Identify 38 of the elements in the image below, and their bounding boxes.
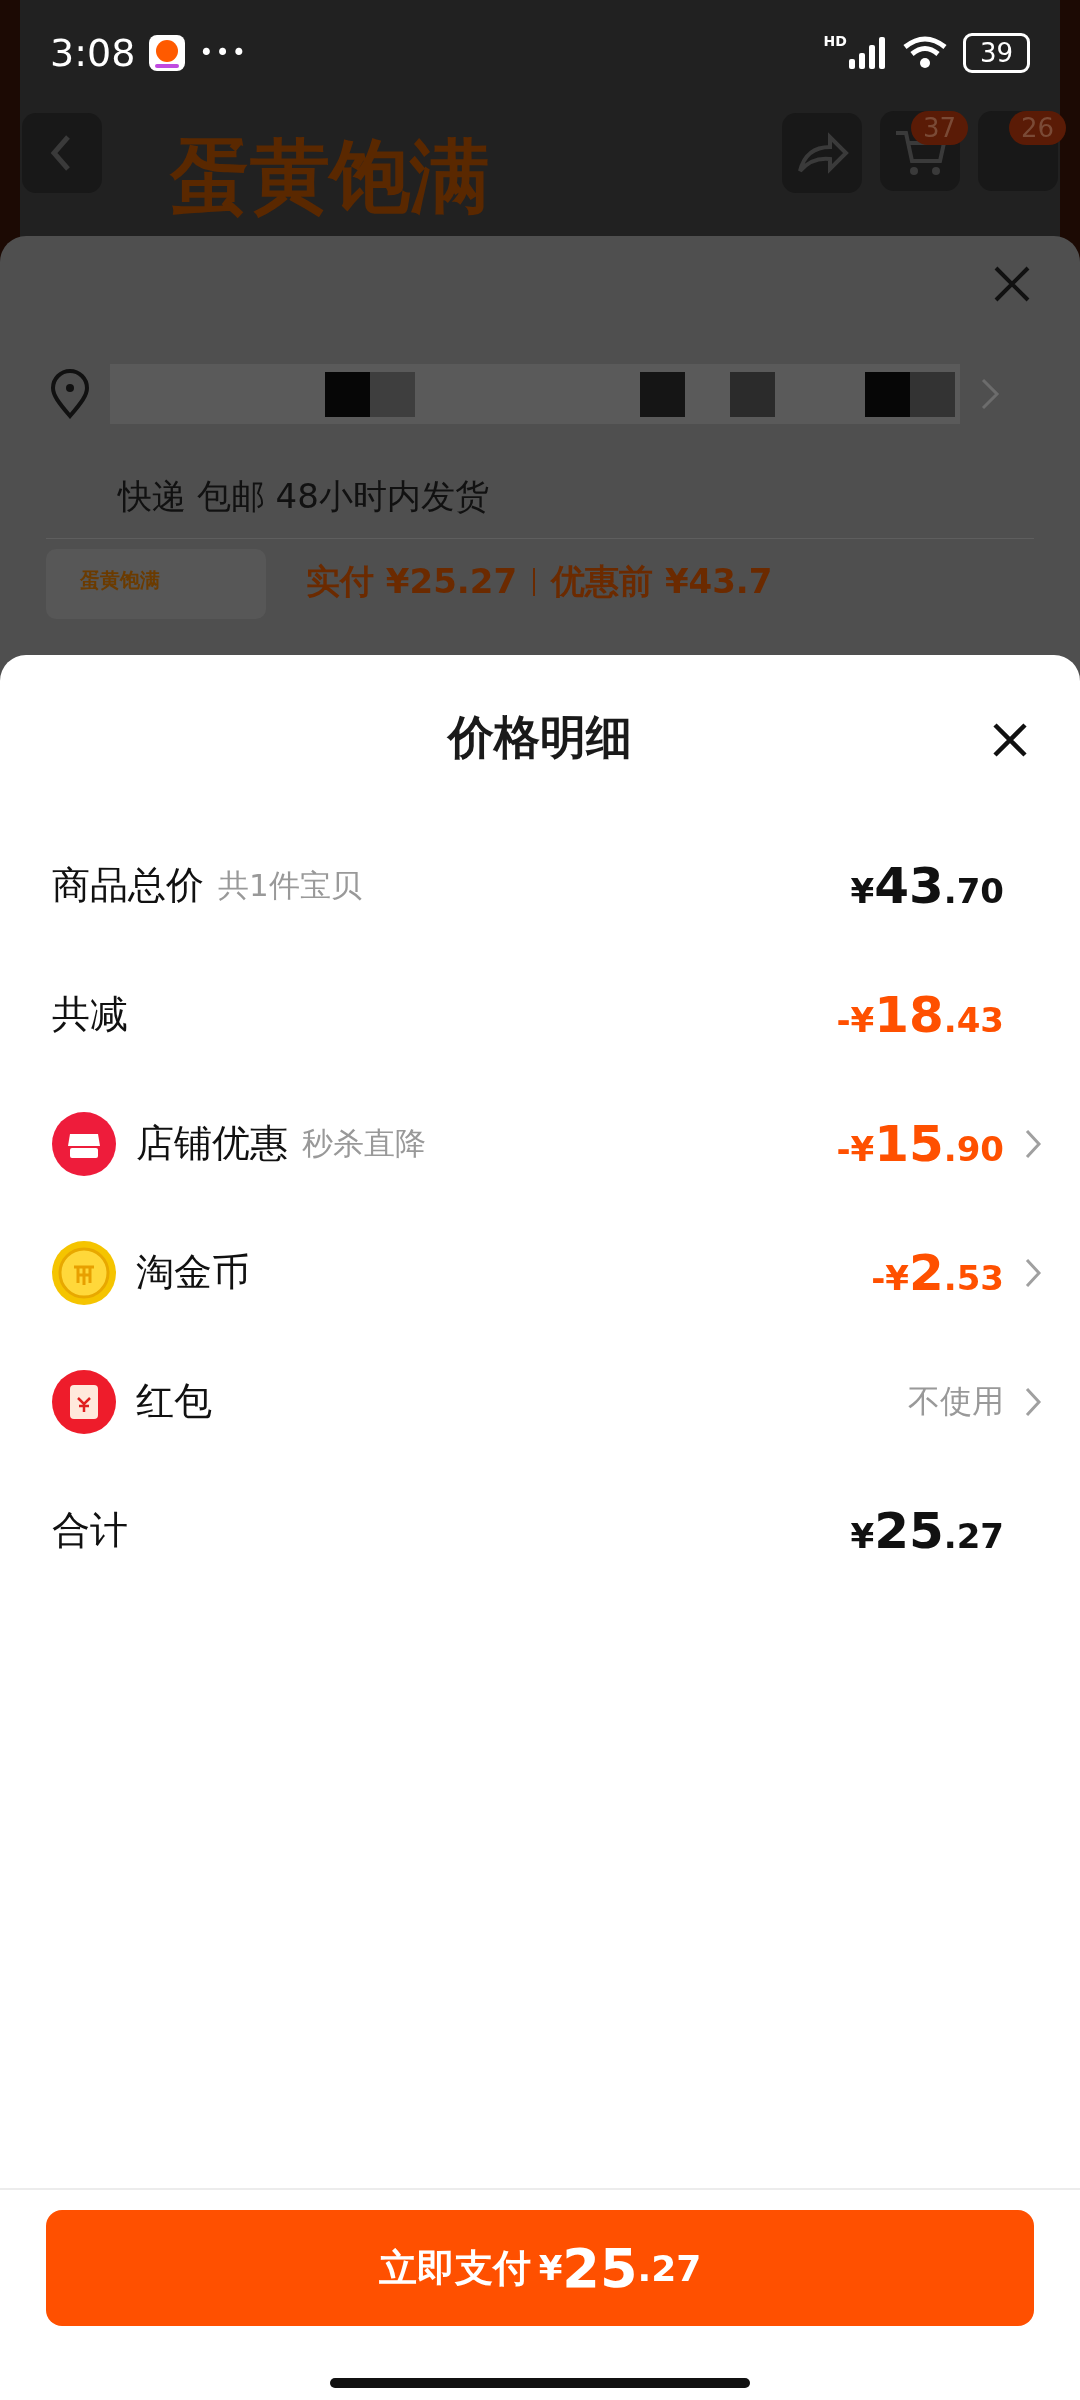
back-icon[interactable] xyxy=(22,113,102,193)
row-note: 共1件宝贝 xyxy=(218,865,362,905)
battery-level: 39 xyxy=(962,32,1030,73)
signal-icon xyxy=(848,36,887,69)
row-label: 红包 xyxy=(136,1378,212,1425)
row-amount: 不使用 xyxy=(908,1380,1004,1422)
row-note: 秒杀直降 xyxy=(302,1123,426,1163)
row-label: 店铺优惠 xyxy=(136,1120,288,1167)
row-label: 淘金币 xyxy=(136,1249,250,1296)
more-dots: ••• xyxy=(199,38,248,67)
share-icon[interactable] xyxy=(782,113,862,193)
chevron-icon[interactable] xyxy=(1024,1256,1042,1289)
row-amount: ¥25.27 xyxy=(850,1501,1004,1560)
chevron-icon[interactable] xyxy=(1024,1127,1042,1160)
thumbnail-title: 蛋黄饱满 xyxy=(80,568,160,592)
store-icon xyxy=(52,1111,116,1176)
row-amount: ¥43.70 xyxy=(850,856,1004,915)
envelope-icon xyxy=(52,1369,116,1434)
network-label: HD xyxy=(823,32,847,49)
row-amount: -¥15.90 xyxy=(836,1114,1004,1173)
coin-icon xyxy=(52,1240,116,1305)
sheet-title: 价格明细 xyxy=(448,709,632,766)
delivery-info: 快递 包邮 48小时内发货 xyxy=(46,444,1034,539)
app-icon xyxy=(149,34,186,71)
row-label: 共减 xyxy=(52,991,128,1038)
pay-button[interactable]: 立即支付 ¥25.27 xyxy=(46,2210,1034,2326)
close-icon[interactable] xyxy=(992,722,1028,758)
row-label: 合计 xyxy=(52,1507,128,1554)
row-amount: -¥18.43 xyxy=(836,985,1004,1044)
original-price: 优惠前 ¥43.7 xyxy=(551,560,773,603)
row-amount: -¥2.53 xyxy=(871,1243,1004,1302)
chevron-icon[interactable] xyxy=(1024,1385,1042,1418)
paid-price: 实付 ¥25.27 xyxy=(306,560,518,603)
row-label: 商品总价 xyxy=(52,862,204,909)
location-icon xyxy=(50,369,90,419)
chevron-icon xyxy=(980,377,1000,411)
product-title: 蛋黄饱满 xyxy=(170,129,490,225)
status-time: 3:08 xyxy=(50,30,136,75)
